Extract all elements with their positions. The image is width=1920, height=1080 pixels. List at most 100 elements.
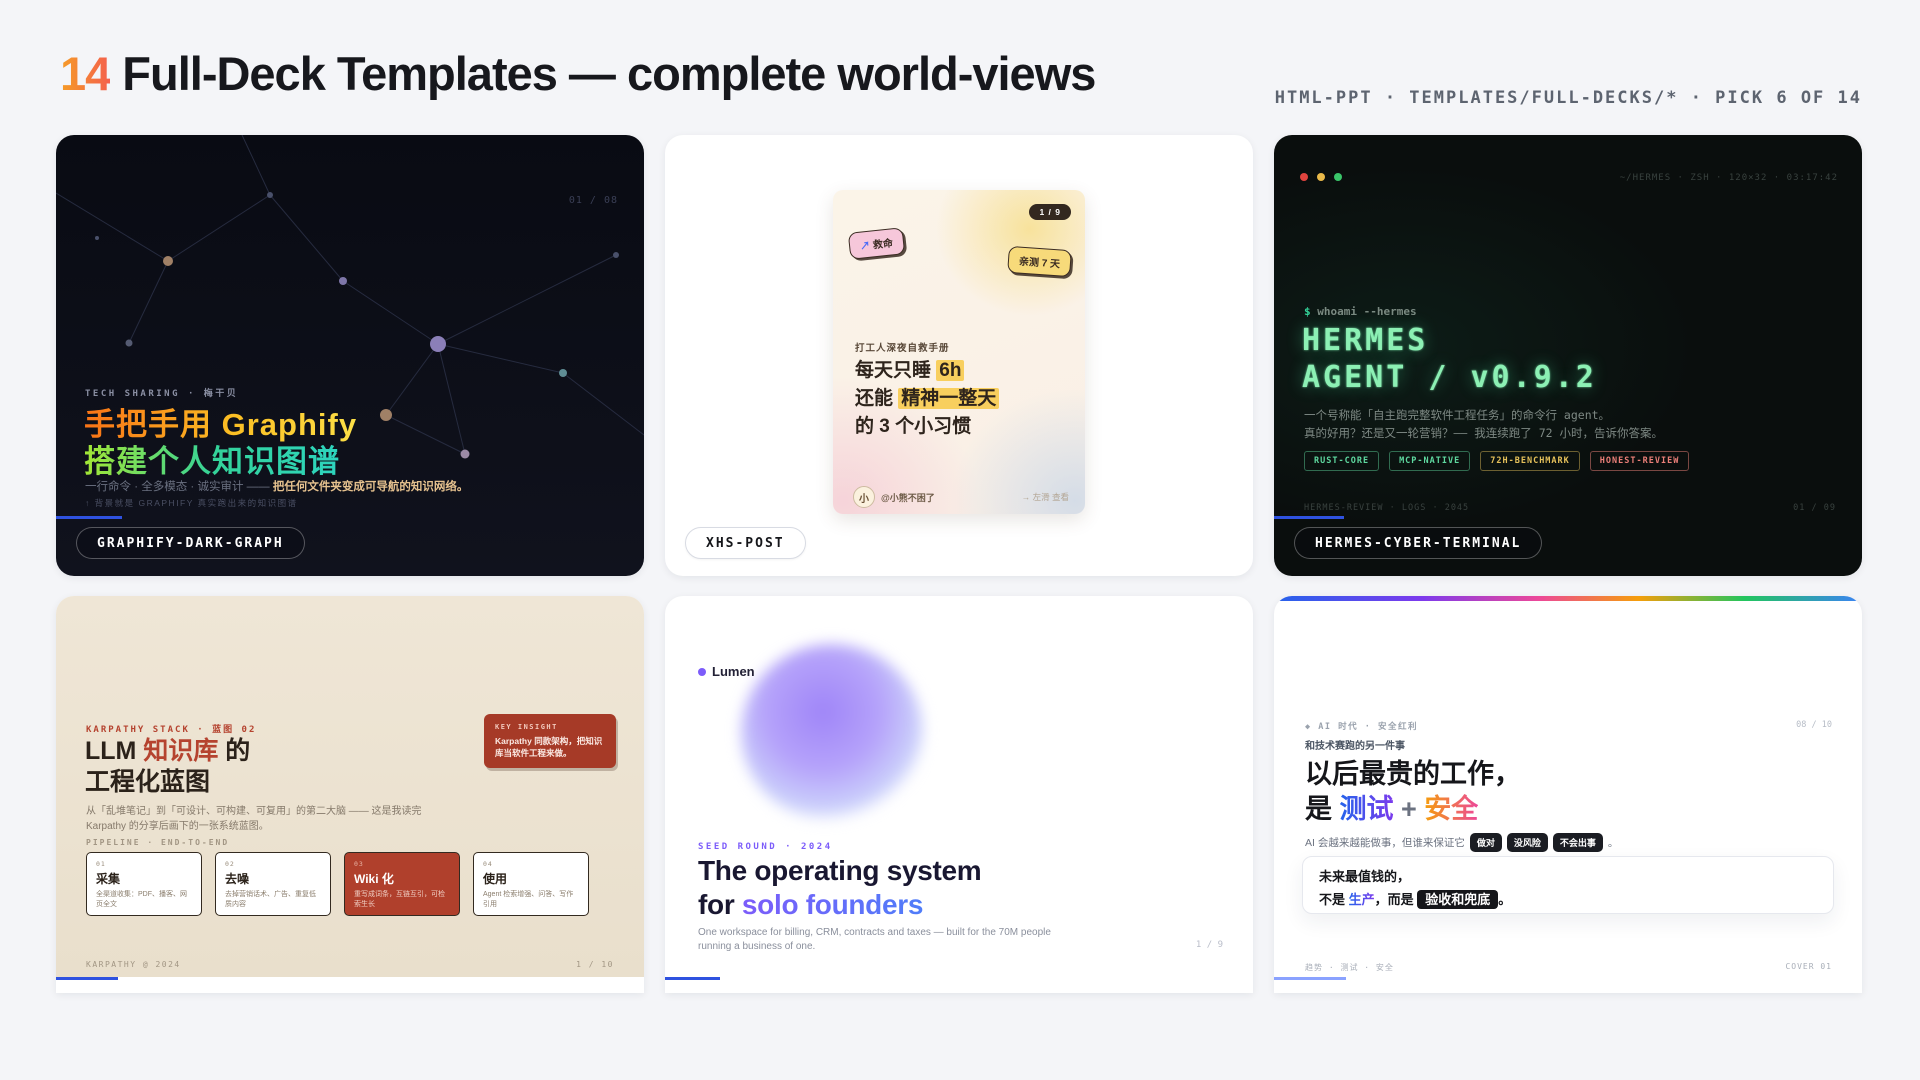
step-number: 02 — [225, 860, 235, 868]
title-safety-gradient: 安全 — [1424, 794, 1479, 824]
swipe-hint: → 左滑 查看 — [1021, 492, 1069, 502]
title-part: LLM — [85, 737, 144, 765]
terminal-tags: RUST-CORE MCP-NATIVE 72H-BENCHMARK HONES… — [1304, 451, 1690, 471]
callout-text: Karpathy 同款架构，把知识库当软件工程来做。 — [495, 736, 603, 758]
callout-label: KEY INSIGHT — [495, 723, 558, 731]
box-line1: 未来最值钱的， — [1319, 869, 1411, 884]
slide-footer-right: 1 / 10 — [576, 960, 614, 969]
lumen-logo: Lumen — [698, 664, 755, 679]
title-plus: + — [1393, 794, 1425, 824]
template-card-karpathy[interactable]: KARPATHY STACK · 蓝图 02 LLM 知识库 的 工程化蓝图 K… — [56, 596, 644, 993]
slide-eyebrow: ◆ AI 时代 · 安全红利 — [1305, 722, 1418, 732]
template-badge-hermes[interactable]: HERMES-CYBER-TERMINAL — [1294, 527, 1543, 559]
template-badge-xhs[interactable]: XHS-POST — [685, 527, 806, 559]
subtitle-dim: 一行命令 · 全多模态 · 诚实审计 —— — [85, 481, 273, 493]
pipeline-label: PIPELINE · END-TO-END — [86, 838, 230, 847]
line-prefix: AI 会越来越能做事，但谁来保证它 — [1305, 837, 1465, 849]
title-l2-highlight: 精神一整天 — [898, 388, 1000, 409]
box-l2-mid: ，而是 — [1374, 892, 1418, 907]
page-header: 14 Full-Deck Templates — complete world-v… — [60, 46, 1096, 101]
slide-title: 以后最贵的工作， 是 测试 + 安全 — [1305, 757, 1521, 827]
title-line1: The operating system — [698, 855, 982, 886]
maximize-icon — [1334, 173, 1342, 181]
title-l2: 还能 — [855, 388, 899, 409]
pill-no-incident: 不会出事 — [1552, 833, 1603, 852]
slide-eyebrow: SEED ROUND · 2024 — [698, 842, 833, 852]
step-use: 04 使用 Agent 检索增强、问答、写作引用 — [473, 852, 589, 916]
box-acceptance-pill: 验收和兜底 — [1417, 890, 1499, 909]
tag-honest-review: HONEST-REVIEW — [1589, 451, 1690, 471]
terminal-footer-left: HERMES-REVIEW · LOGS · 2045 — [1304, 503, 1470, 513]
author-handle: @小熊不困了 — [881, 492, 935, 503]
poster-pager: 1 / 9 — [1029, 204, 1071, 220]
title-l1: 每天只睡 — [855, 360, 937, 381]
sticker-tested: 亲测 7 天 — [1007, 245, 1072, 278]
title-line2-pre: 是 — [1305, 794, 1340, 824]
step-desc: 全渠道收集：PDF、播客、网页全文 — [96, 891, 187, 908]
slide-page-indicator: 08 / 10 — [1796, 720, 1832, 730]
slide-footer-left: KARPATHY @ 2024 — [86, 960, 181, 969]
step-desc: 重写成词条，互链互引，可检索生长 — [354, 891, 445, 908]
rainbow-top-border — [1274, 596, 1862, 601]
sticker-help-label: 救命 — [872, 238, 894, 252]
tag-benchmark: 72H-BENCHMARK — [1480, 451, 1580, 471]
title-line2-pre: for — [698, 889, 742, 920]
terminal-title-line2: AGENT / v0.9.2 — [1302, 360, 1597, 395]
title-line1: 以后最贵的工作， — [1305, 759, 1521, 789]
template-card-xhs[interactable]: 1 / 9 ↗ 救命 亲测 7 天 打工人深夜自救手册 每天只睡 6h 还能 精… — [665, 135, 1253, 576]
slide-footnote: ↑ 背景就是 GRAPHIFY 真实跑出来的知识图谱 — [85, 498, 298, 508]
terminal-chrome-info: ~/HERMES · ZSH · 120×32 · 03:17:42 — [1619, 173, 1838, 183]
box-production-gradient: 生产 — [1348, 892, 1375, 907]
poster-footer: 小 @小熊不困了 → 左滑 查看 — [853, 486, 1069, 508]
subtitle-highlight: 把任何文件夹变成可导航的知识网络。 — [272, 481, 469, 493]
terminal-footer-right: 01 / 09 — [1793, 503, 1836, 513]
template-card-graphify[interactable]: 01 / 08 TECH SHARING · 梅干贝 手把手用 Graphify… — [56, 135, 644, 576]
arrow-up-right-icon: ↗ — [859, 240, 871, 253]
key-insight-callout: KEY INSIGHT Karpathy 同款架构，把知识库当软件工程来做。 — [484, 714, 616, 768]
title-l1-highlight: 6h — [936, 360, 965, 381]
minimize-icon — [1317, 173, 1325, 181]
close-icon — [1300, 173, 1308, 181]
karpathy-slide: KARPATHY STACK · 蓝图 02 LLM 知识库 的 工程化蓝图 K… — [56, 596, 644, 977]
pipeline-steps: 01 采集 全渠道收集：PDF、播客、网页全文 02 去噪 去掉营销话术、广告、… — [86, 852, 589, 916]
value-statement-box: 未来最值钱的， 不是 生产，而是 验收和兜底。 — [1302, 856, 1834, 914]
template-card-lumen[interactable]: Lumen SEED ROUND · 2024 The operating sy… — [665, 596, 1253, 993]
slide-footer-left: 趋势 · 测试 · 安全 — [1305, 963, 1394, 972]
slide-subtitle: 一行命令 · 全多模态 · 诚实审计 —— 把任何文件夹变成可导航的知识网络。 — [85, 478, 468, 494]
poster-title: 每天只睡 6h 还能 精神一整天 的 3 个小习惯 — [855, 357, 1000, 441]
gradient-blob — [741, 644, 923, 822]
slide-title: The operating system for solo founders — [698, 854, 982, 922]
template-badge-graphify[interactable]: GRAPHIFY-DARK-GRAPH — [76, 527, 305, 559]
title-part: 的 — [218, 737, 251, 765]
prompt-symbol: $ — [1304, 305, 1311, 318]
slide-page-indicator: 01 / 08 — [568, 195, 618, 206]
breadcrumb: HTML-PPT · TEMPLATES/FULL-DECKS/* · PICK… — [1274, 88, 1862, 108]
title-line2: 工程化蓝图 — [85, 768, 211, 796]
slide-kicker: 和技术赛跑的另一件事 — [1305, 741, 1405, 752]
window-traffic-lights — [1300, 173, 1342, 181]
slide-progress-bar — [56, 977, 118, 980]
slide-progress-bar — [1274, 516, 1344, 519]
template-card-safety[interactable]: ◆ AI 时代 · 安全红利 08 / 10 和技术赛跑的另一件事 以后最贵的工… — [1274, 596, 1862, 993]
avatar: 小 — [853, 486, 875, 508]
terminal-desc-1: 一个号称能「自主跑完整软件工程任务」的命令行 agent。 — [1304, 408, 1611, 422]
terminal-prompt: $ whoami --hermes — [1304, 305, 1417, 318]
knowledge-graph-illustration — [56, 135, 644, 459]
box-l2-end: 。 — [1498, 892, 1512, 907]
slide-paragraph: One workspace for billing, CRM, contract… — [698, 926, 1051, 954]
step-number: 04 — [483, 860, 493, 868]
paragraph-line1: One workspace for billing, CRM, contract… — [698, 927, 1051, 938]
box-l2-pre: 不是 — [1319, 892, 1349, 907]
title-part-red: 知识库 — [143, 737, 219, 765]
step-title: 采集 — [96, 872, 121, 886]
box-line2: 不是 生产，而是 验收和兜底。 — [1319, 889, 1817, 909]
slide-progress-bar — [665, 977, 720, 980]
tag-rust-core: RUST-CORE — [1304, 451, 1380, 471]
step-title: 去噪 — [225, 872, 250, 886]
step-collect: 01 采集 全渠道收集：PDF、播客、网页全文 — [86, 852, 202, 916]
header-count: 14 — [60, 47, 111, 100]
step-desc: Agent 检索增强、问答、写作引用 — [483, 891, 574, 908]
title-testing-gradient: 测试 — [1339, 794, 1394, 824]
step-number: 01 — [96, 860, 106, 868]
template-card-hermes[interactable]: ~/HERMES · ZSH · 120×32 · 03:17:42 $ who… — [1274, 135, 1862, 576]
